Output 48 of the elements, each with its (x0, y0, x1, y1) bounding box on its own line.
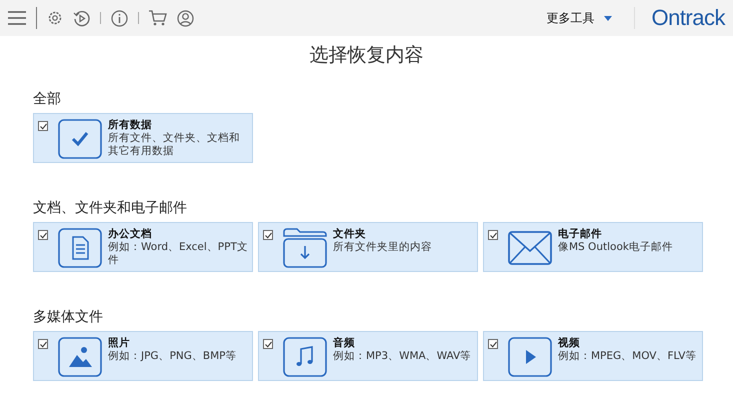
option-card[interactable]: 电子邮件 像MS Outlook电子邮件 (483, 222, 703, 272)
user-icon[interactable] (177, 10, 194, 26)
option-card[interactable]: 照片 例如：JPG、PNG、BMP等 (33, 331, 253, 381)
option-card[interactable]: 视频 例如：MPEG、MOV、FLV等 (483, 331, 703, 381)
card-description: 所有文件夹里的内容 (333, 241, 432, 254)
card-title: 电子邮件 (558, 228, 603, 241)
checkbox[interactable] (38, 339, 48, 349)
menu-icon[interactable] (8, 11, 26, 25)
option-card[interactable]: 音频 例如：MP3、WMA、WAV等 (258, 331, 478, 381)
card-title: 视频 (558, 337, 581, 350)
page-title: 选择恢复内容 (308, 43, 424, 68)
cart-icon[interactable] (149, 10, 167, 26)
card-description: 像MS Outlook电子邮件 (558, 241, 673, 254)
caret-icon (604, 16, 612, 20)
card-description: 所有文件、文件夹、文档和其它有用数据 (108, 132, 241, 158)
card-description: 例如：Word、Excel、PPT文件 (108, 241, 248, 267)
checkbox[interactable] (38, 230, 48, 240)
checkbox[interactable] (38, 121, 48, 131)
option-card[interactable]: 文件夹 所有文件夹里的内容 (258, 222, 478, 272)
section-heading: 文档、文件夹和电子邮件 (33, 199, 188, 217)
section-heading: 多媒体文件 (33, 308, 104, 326)
checkmark-icon (58, 119, 102, 159)
settings-icon[interactable] (47, 10, 63, 26)
option-card[interactable]: 所有数据 所有文件、文件夹、文档和其它有用数据 (33, 113, 253, 163)
option-card[interactable]: 办公文档 例如：Word、Excel、PPT文件 (33, 222, 253, 272)
checkbox[interactable] (263, 339, 273, 349)
logo: Ontrack (651, 5, 725, 31)
card-title: 所有数据 (108, 119, 153, 132)
image-icon (58, 337, 102, 377)
card-title: 照片 (108, 337, 131, 350)
folder-icon (283, 228, 327, 268)
checkbox[interactable] (488, 230, 498, 240)
card-description: 例如：JPG、PNG、BMP等 (108, 350, 236, 363)
play-icon (508, 337, 552, 377)
music-note-icon (283, 337, 327, 377)
more-tools-dropdown[interactable]: 更多工具 (540, 10, 618, 26)
checkbox[interactable] (488, 339, 498, 349)
section-heading: 全部 (33, 90, 62, 108)
document-icon (58, 228, 102, 268)
envelope-icon (508, 228, 552, 268)
card-title: 音频 (333, 337, 356, 350)
card-description: 例如：MPEG、MOV、FLV等 (558, 350, 696, 363)
card-title: 文件夹 (333, 228, 367, 241)
info-icon[interactable] (111, 10, 128, 26)
card-title: 办公文档 (108, 228, 153, 241)
replay-icon[interactable] (73, 10, 90, 26)
checkbox[interactable] (263, 230, 273, 240)
card-description: 例如：MP3、WMA、WAV等 (333, 350, 472, 363)
